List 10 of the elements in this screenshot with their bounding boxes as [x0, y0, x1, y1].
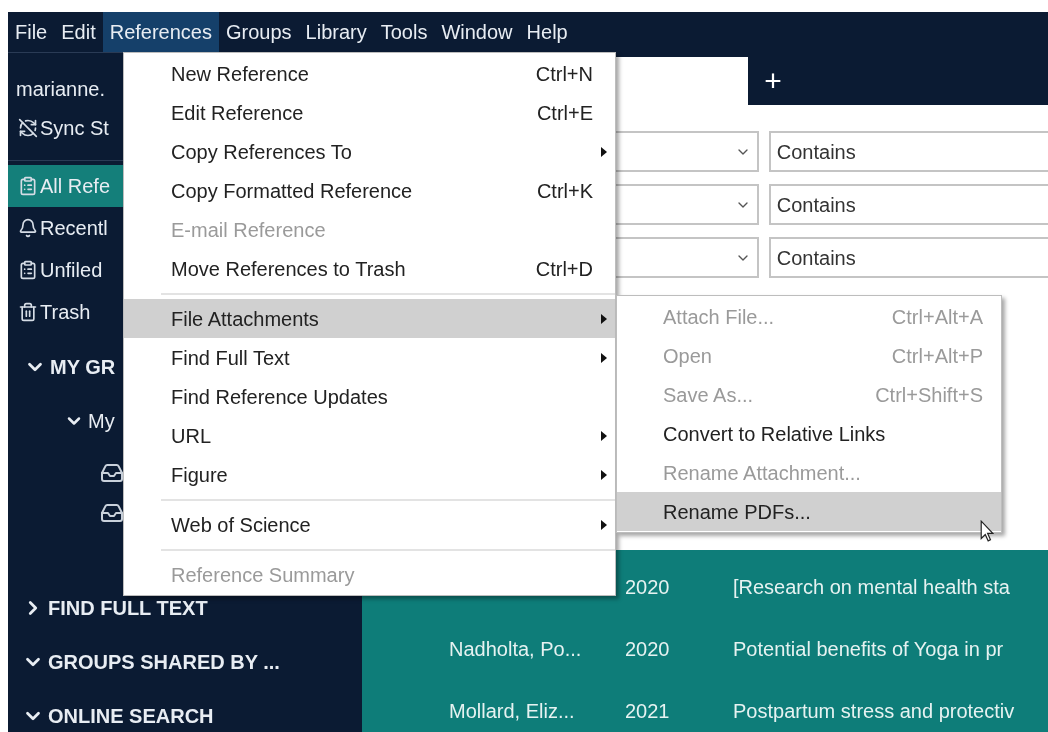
- account-name: marianne.: [15, 77, 106, 102]
- author-cell-text: Nadholta, Po...: [448, 637, 583, 662]
- year-cell-text: 2020: [625, 637, 671, 662]
- year-cell-text: 2021: [625, 699, 671, 724]
- title-cell-text: Potential benefits of Yoga in pr: [733, 637, 1004, 662]
- title-cell-text: [Research on mental health sta: [733, 575, 1010, 600]
- year-cell-text: 2020: [625, 575, 671, 600]
- sync-status: Sync St: [40, 116, 109, 141]
- title-cell-text: Postpartum stress and protectiv: [733, 699, 1015, 724]
- author-cell-text: Mollard, Eliz...: [448, 699, 576, 724]
